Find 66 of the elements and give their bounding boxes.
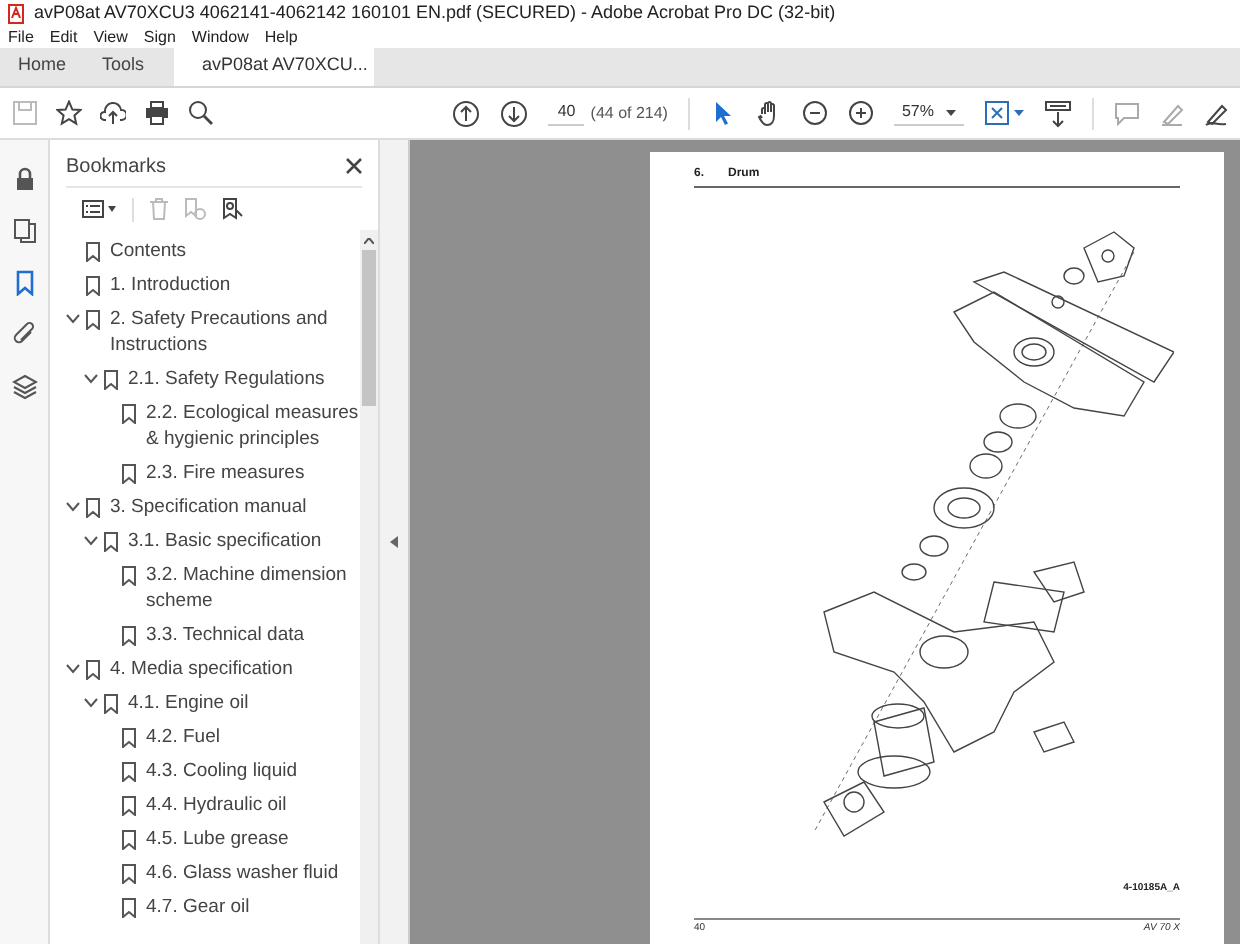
menu-item[interactable]: Window bbox=[191, 25, 249, 49]
chevron-icon[interactable] bbox=[84, 698, 98, 708]
chevron-icon[interactable] bbox=[66, 502, 80, 512]
bookmark-item[interactable]: 1. Introduction bbox=[110, 272, 231, 298]
bookmark-item[interactable]: 3.1. Basic specification bbox=[128, 528, 322, 554]
tab[interactable]: avP08at AV70XCU... bbox=[174, 46, 375, 86]
bookmark-item[interactable]: 3.3. Technical data bbox=[146, 622, 305, 648]
bookmark-item[interactable]: 3. Specification manual bbox=[110, 494, 307, 520]
menu-item[interactable]: Help bbox=[264, 25, 298, 49]
pen-icon[interactable] bbox=[1204, 101, 1228, 125]
window-title: avP08at AV70XCU3 4062141-4062142 160101 EN.pdf (SECURED) - Adobe Acrobat Pro DC (32-bit) bbox=[34, 0, 836, 26]
page-number-field[interactable]: 40 bbox=[548, 100, 585, 126]
star-icon[interactable] bbox=[56, 100, 82, 126]
zoom-out-icon[interactable] bbox=[801, 100, 828, 126]
bookmark-search-icon[interactable] bbox=[222, 198, 244, 220]
bookmark-item[interactable]: 4. Media specification bbox=[110, 656, 293, 682]
menu-item[interactable]: View bbox=[93, 25, 128, 49]
print-icon[interactable] bbox=[144, 100, 170, 126]
zoom-in-icon[interactable] bbox=[847, 100, 874, 126]
chevron-icon[interactable] bbox=[66, 664, 80, 674]
caret-icon bbox=[108, 206, 116, 212]
bookmark-item[interactable]: Contents bbox=[110, 238, 187, 264]
scrollbar[interactable] bbox=[360, 230, 378, 944]
menu-item[interactable]: File bbox=[8, 25, 34, 49]
layers-icon[interactable] bbox=[11, 374, 37, 400]
page-count: (44 of 214) bbox=[590, 101, 668, 125]
chevron-icon[interactable] bbox=[84, 374, 98, 384]
bookmark-item[interactable]: 2. Safety Precautions and Instructions bbox=[110, 306, 360, 358]
scroll-mode-icon[interactable] bbox=[1044, 99, 1072, 127]
fit-page-icon[interactable] bbox=[984, 100, 1010, 126]
search-icon[interactable] bbox=[188, 100, 214, 126]
cloud-upload-icon[interactable] bbox=[100, 100, 126, 126]
bookmark-item[interactable]: 4.5. Lube grease bbox=[146, 826, 289, 852]
bookmark-item[interactable]: 4.7. Gear oil bbox=[146, 894, 250, 920]
bookmark-item[interactable]: 2.2. Ecological measures & hygienic principles bbox=[146, 400, 360, 452]
bookmark-item[interactable]: 4.1. Engine oil bbox=[128, 690, 249, 716]
panel-title: Bookmarks bbox=[66, 153, 167, 181]
next-page-icon[interactable] bbox=[500, 99, 529, 127]
bookmark-item[interactable]: 3.2. Machine dimension scheme bbox=[146, 562, 360, 614]
tab[interactable]: Tools bbox=[84, 46, 163, 86]
options-icon[interactable] bbox=[82, 200, 104, 218]
bookmark-icon[interactable] bbox=[11, 270, 37, 296]
lock-icon[interactable] bbox=[11, 166, 37, 192]
close-icon[interactable] bbox=[346, 158, 362, 174]
bookmark-item[interactable]: 2.1. Safety Regulations bbox=[128, 366, 325, 392]
menu-item[interactable]: Edit bbox=[49, 25, 78, 49]
chevron-icon[interactable] bbox=[66, 314, 80, 324]
paperclip-icon[interactable] bbox=[11, 322, 37, 348]
tab[interactable]: Home bbox=[0, 46, 85, 86]
caret-icon bbox=[946, 109, 956, 115]
previous-page-icon[interactable] bbox=[452, 99, 481, 127]
bookmark-item[interactable]: 4.4. Hydraulic oil bbox=[146, 792, 287, 818]
zoom-dropdown[interactable]: 57% bbox=[893, 100, 964, 126]
bookmark-item[interactable]: 4.2. Fuel bbox=[146, 724, 220, 750]
collapse-arrow-icon[interactable] bbox=[390, 536, 398, 548]
bookmark-item[interactable]: 4.6. Glass washer fluid bbox=[146, 860, 339, 886]
caret-icon bbox=[1014, 110, 1024, 116]
menu-item[interactable]: Sign bbox=[143, 25, 176, 49]
scroll-up-icon[interactable] bbox=[364, 238, 374, 244]
bookmark-icon bbox=[122, 464, 136, 484]
bookmark-item[interactable]: 4.3. Cooling liquid bbox=[146, 758, 298, 784]
bookmark-icon bbox=[122, 626, 136, 646]
bookmark-item[interactable]: 2.3. Fire measures bbox=[146, 460, 305, 486]
pages-icon[interactable] bbox=[11, 218, 37, 244]
chevron-icon[interactable] bbox=[84, 536, 98, 546]
scrollbar-thumb[interactable] bbox=[362, 250, 376, 406]
